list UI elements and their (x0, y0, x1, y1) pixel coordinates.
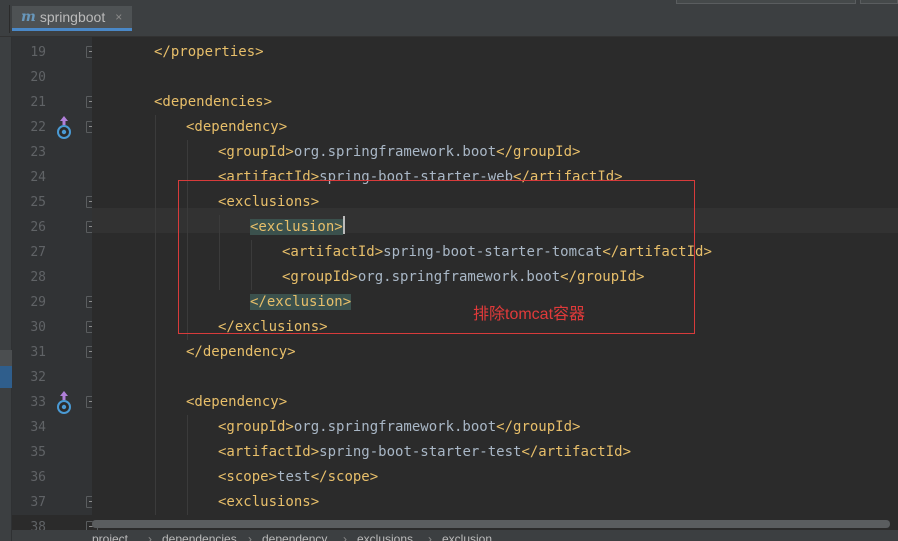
line-number: 37 (30, 495, 46, 510)
xml-tag: <artifactId> (218, 444, 320, 460)
line-number: 24 (30, 170, 46, 185)
xml-text: spring-boot-starter-test (319, 444, 522, 460)
editor-gutter[interactable]: 19 20 21 22 23 24 25 26 27 28 29 30 31 32 33 34 35 36 37 38 (12, 37, 98, 535)
indent-guide (155, 115, 156, 515)
breadcrumb-separator: › (428, 532, 432, 541)
breadcrumb-item[interactable]: dependencies (162, 532, 237, 541)
annotation-box (178, 180, 695, 334)
tool-window-strip[interactable] (0, 37, 12, 541)
overridden-method-icon[interactable] (56, 390, 72, 416)
xml-tag: </properties> (154, 44, 264, 60)
close-icon[interactable]: × (115, 10, 122, 24)
breadcrumb-item[interactable]: exclusions (357, 532, 413, 541)
xml-tag: </artifactId> (521, 444, 632, 460)
tab-springboot[interactable]: m springboot × (12, 6, 132, 31)
line-number: 30 (30, 320, 46, 335)
breadcrumb-item[interactable]: exclusion (442, 532, 492, 541)
xml-tag: <groupId> (218, 419, 294, 435)
code-line[interactable]: <dependencies> (154, 90, 272, 115)
line-number: 26 (30, 220, 46, 235)
toolbar-edge-right (860, 0, 898, 4)
overridden-method-icon[interactable] (56, 115, 72, 141)
line-number: 36 (30, 470, 46, 485)
code-line[interactable]: <dependency> (186, 390, 287, 415)
scrollbar-thumb[interactable] (92, 520, 890, 528)
line-number: 27 (30, 245, 46, 260)
xml-tag: </dependency> (186, 344, 296, 360)
line-number: 23 (30, 145, 46, 160)
editor-tab-bar: m springboot × (0, 0, 898, 37)
indent-guide (187, 415, 188, 515)
tab-label: springboot (39, 9, 106, 25)
maven-icon: m (21, 9, 36, 25)
xml-text: org.springframework.boot (293, 419, 497, 435)
xml-text: org.springframework.boot (293, 144, 497, 160)
xml-tag: </groupId> (496, 144, 581, 160)
annotation-text: 排除tomcat容器 (473, 306, 586, 323)
code-line[interactable]: <artifactId>spring-boot-starter-test</ar… (218, 440, 631, 465)
xml-tag: </scope> (310, 469, 379, 485)
breadcrumb: project › dependencies › dependency › exclusio… (12, 530, 898, 541)
breadcrumb-separator: › (248, 532, 252, 541)
breadcrumb-item[interactable]: dependency (262, 532, 327, 541)
line-number: 21 (30, 95, 46, 110)
xml-tag: <exclusions> (218, 494, 320, 510)
xml-tag: </groupId> (496, 419, 581, 435)
code-line[interactable]: <groupId>org.springframework.boot</group… (218, 140, 580, 165)
line-number: 25 (30, 195, 46, 210)
code-line[interactable]: </dependency> (186, 340, 296, 365)
line-number: 20 (30, 70, 46, 85)
xml-tag: <groupId> (218, 144, 294, 160)
breadcrumb-separator: › (148, 532, 152, 541)
toolbar-edge (676, 0, 856, 4)
line-number: 35 (30, 445, 46, 460)
line-number: 32 (30, 370, 46, 385)
xml-text: test (277, 469, 311, 485)
xml-tag: <dependencies> (154, 94, 273, 110)
line-number: 34 (30, 420, 46, 435)
line-number: 33 (30, 395, 46, 410)
breadcrumb-separator: › (343, 532, 347, 541)
xml-tag: <scope> (218, 469, 278, 485)
xml-tag: <dependency> (186, 394, 288, 410)
tool-window-item-selected[interactable] (0, 366, 12, 388)
line-number: 19 (30, 45, 46, 60)
tab-bar-left-edge (0, 5, 10, 33)
code-line[interactable]: </properties> (154, 40, 264, 65)
line-number: 22 (30, 120, 46, 135)
breadcrumb-item[interactable]: project (92, 532, 128, 541)
code-line[interactable]: <scope>test</scope> (218, 465, 378, 490)
xml-tag: <dependency> (186, 119, 288, 135)
code-line[interactable]: <exclusions> (218, 490, 319, 515)
code-line[interactable]: <dependency> (186, 115, 287, 140)
code-line[interactable]: <groupId>org.springframework.boot</group… (218, 415, 580, 440)
horizontal-scrollbar[interactable] (92, 520, 890, 528)
line-number: 28 (30, 270, 46, 285)
line-number: 31 (30, 345, 46, 360)
line-number: 29 (30, 295, 46, 310)
